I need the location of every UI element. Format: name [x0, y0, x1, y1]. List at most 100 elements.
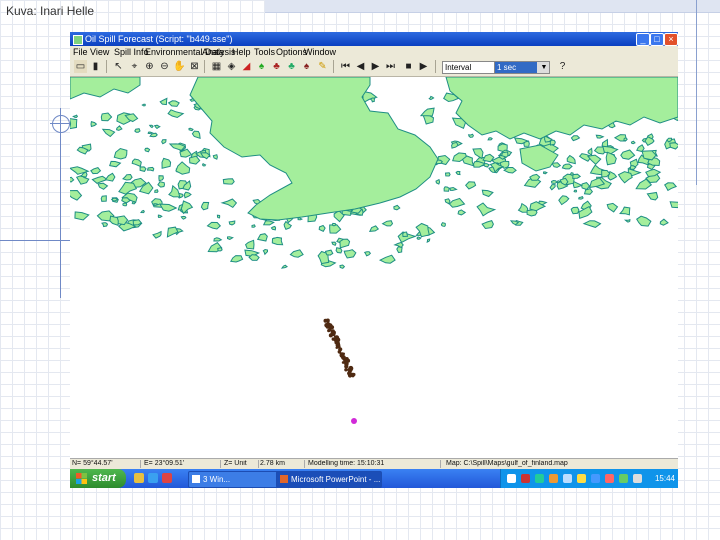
island [70, 176, 75, 183]
tray-network-icon[interactable] [535, 474, 544, 483]
oil-particle [337, 344, 341, 349]
open-icon[interactable]: ▮ [89, 60, 102, 73]
spill-source-icon[interactable]: ◈ [225, 60, 238, 73]
island [339, 264, 346, 269]
tray-battery-icon[interactable] [619, 474, 628, 483]
island [572, 173, 582, 179]
land-icon[interactable]: ♣ [285, 60, 298, 73]
island [549, 139, 556, 146]
task-label: 3 Win... [203, 475, 231, 484]
island [595, 134, 605, 139]
island [331, 222, 337, 227]
zoom-in-icon[interactable]: ⊕ [143, 60, 156, 73]
quicklaunch-folder-icon[interactable] [134, 473, 144, 483]
stop-icon[interactable]: ■ [402, 60, 415, 73]
start-button[interactable]: start [70, 469, 126, 488]
island [617, 171, 633, 184]
menu-analysis[interactable]: Analysis [202, 46, 236, 58]
image-credit: Kuva: Inari Helle [6, 4, 95, 18]
step-back-icon[interactable]: ◀ [354, 60, 367, 73]
island [623, 218, 631, 223]
oil-slick [323, 318, 356, 378]
menu-bar: File View Spill Info Environmental Data … [70, 46, 678, 58]
tray-antivirus-icon[interactable] [521, 474, 530, 483]
start-label: start [92, 472, 116, 484]
island [70, 118, 78, 130]
accident-site-marker[interactable] [351, 418, 357, 424]
island [605, 151, 617, 166]
interval-select[interactable]: 1 sec ▼ [494, 61, 550, 74]
oil-particle [328, 333, 333, 338]
tray-volume-icon[interactable] [563, 474, 572, 483]
island [558, 195, 570, 206]
quicklaunch-browser-icon[interactable] [148, 473, 158, 483]
menu-view[interactable]: View [90, 46, 109, 58]
play-icon[interactable]: ▶ [417, 60, 430, 73]
zoom-out-icon[interactable]: ⊖ [158, 60, 171, 73]
tray-update-icon[interactable] [549, 474, 558, 483]
menu-options[interactable]: Options [276, 46, 307, 58]
tray-keyboard-icon[interactable] [633, 474, 642, 483]
app-icon [73, 35, 83, 45]
menu-file[interactable]: File [73, 46, 88, 58]
title-bar[interactable]: Oil Spill Forecast (Script: "b449.sse") … [70, 32, 678, 46]
new-icon[interactable]: ▭ [74, 60, 87, 73]
task-button-windows[interactable]: 3 Win... [188, 471, 282, 488]
crosshair-icon[interactable]: ⌖ [128, 60, 141, 73]
grid-icon[interactable]: ▦ [210, 60, 223, 73]
map-canvas[interactable] [70, 76, 678, 458]
island [551, 162, 562, 168]
forward-end-icon[interactable]: ⏭ [384, 60, 397, 73]
island [465, 181, 477, 190]
island [669, 142, 678, 150]
minimize-button[interactable]: _ [636, 33, 650, 46]
island [262, 220, 275, 226]
pointer-icon[interactable]: ↖ [112, 60, 125, 73]
island [152, 230, 162, 239]
task-button-powerpoint[interactable]: Microsoft PowerPoint - ... [276, 471, 382, 488]
rewind-start-icon[interactable]: ⏮ [339, 60, 352, 73]
island [222, 178, 235, 185]
menu-spill-info[interactable]: Spill Info [114, 46, 149, 58]
window-group-icon [192, 475, 200, 483]
close-button[interactable]: × [664, 33, 678, 46]
pencil-icon[interactable]: ✎ [316, 60, 329, 73]
island [280, 264, 289, 269]
tray-arrow-icon[interactable] [507, 474, 516, 483]
maximize-button[interactable]: □ [650, 33, 664, 46]
step-forward-icon[interactable]: ▶ [369, 60, 382, 73]
menu-tools[interactable]: Tools [254, 46, 275, 58]
island [487, 137, 493, 141]
pan-hand-icon[interactable]: ✋ [173, 60, 186, 73]
island [393, 204, 401, 211]
menu-window[interactable]: Window [304, 46, 336, 58]
map-view[interactable] [70, 76, 678, 458]
tray-alert-icon[interactable] [605, 474, 614, 483]
island [220, 198, 238, 209]
tray-messenger-icon[interactable] [577, 474, 586, 483]
tree-icon[interactable]: ♠ [255, 60, 268, 73]
island [144, 147, 151, 153]
island [141, 103, 146, 107]
island [451, 141, 459, 149]
menu-help[interactable]: Help [232, 46, 251, 58]
boat-icon[interactable]: ♣ [270, 60, 283, 73]
island [104, 172, 116, 182]
help-pointer-icon[interactable]: ? [556, 60, 569, 73]
chevron-down-icon[interactable]: ▼ [537, 62, 549, 73]
eraser-icon[interactable]: ◢ [240, 60, 253, 73]
island [606, 202, 619, 213]
oil-drop-icon[interactable]: ♠ [300, 60, 313, 73]
full-view-icon[interactable]: ⊠ [188, 60, 201, 73]
quicklaunch-app-icon[interactable] [162, 473, 172, 483]
tray-bluetooth-icon[interactable] [591, 474, 600, 483]
island [561, 163, 573, 170]
island [481, 189, 494, 198]
island [109, 215, 119, 226]
island [549, 184, 556, 191]
island [191, 130, 201, 140]
island [256, 233, 268, 242]
island [435, 178, 441, 185]
island [335, 247, 343, 254]
oil-particle [343, 360, 346, 364]
